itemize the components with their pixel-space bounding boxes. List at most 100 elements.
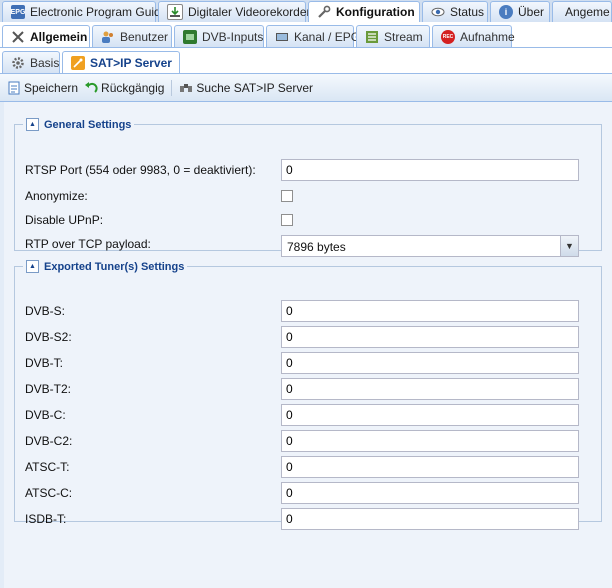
tab-label: Digitaler Videorekorder [188,5,311,19]
tuner-count-input[interactable] [281,300,579,322]
chevron-down-icon[interactable]: ▼ [560,236,578,256]
general-settings-legend[interactable]: ▲ General Settings [23,118,134,131]
tab-label: Allgemein [30,29,88,44]
rtsp-port-input[interactable] [281,159,579,181]
tab-label: DVB-Inputs [202,29,264,44]
tv-icon [275,30,289,44]
tab-label: Benutzer [120,29,169,44]
toolbar: Speichern Rückgängig Suche SAT>IP Server [0,74,612,102]
tuner-label: ATSC-C: [25,486,73,500]
rtp-payload-row: RTP over TCP payload: [25,233,285,255]
exported-tuners-legend[interactable]: ▲ Exported Tuner(s) Settings [23,260,187,273]
satellite-icon [71,55,85,70]
info-icon: i [499,5,513,19]
rtp-payload-label: RTP over TCP payload: [25,237,151,251]
disable-upnp-label: Disable UPnP: [25,213,104,227]
tuner-count-input[interactable] [281,326,579,348]
tab-login[interactable]: Angeme [552,1,612,22]
tuner-count-input[interactable] [281,352,579,374]
tuner-count-input[interactable] [281,456,579,478]
tuner-row: DVB-S2: [25,326,285,348]
tuner-row: ATSC-C: [25,482,285,504]
tab-label: Basis [30,55,60,70]
tuner-row: DVB-S: [25,300,285,322]
users-icon [101,30,115,44]
tuner-label: ATSC-T: [25,460,70,474]
tuner-count-input[interactable] [281,404,579,426]
tuner-count-input[interactable] [281,378,579,400]
tab-dvb-inputs[interactable]: DVB-Inputs [174,25,264,47]
tuner-label: DVB-T2: [25,382,72,396]
tuner-count-input[interactable] [281,508,579,530]
tab-konfiguration[interactable]: Konfiguration [308,1,420,22]
rtsp-port-row: RTSP Port (554 oder 9983, 0 = deaktivier… [25,159,285,181]
disable-upnp-checkbox[interactable] [281,214,293,226]
tab-label: SAT>IP Server [90,55,172,70]
tuner-row: DVB-C2: [25,430,285,452]
tuner-row: ATSC-T: [25,456,285,478]
network-search-icon [179,81,193,95]
tab-label: Stream [384,29,423,44]
epg-icon: EPG [11,5,25,19]
tuner-count-input[interactable] [281,482,579,504]
tuner-count-input[interactable] [281,430,579,452]
tuner-label: DVB-T: [25,356,64,370]
tab-benutzer[interactable]: Benutzer [92,25,172,47]
rtp-payload-value: 7896 bytes [287,240,346,254]
tuner-row: DVB-T: [25,352,285,374]
card-icon [183,29,197,44]
save-button[interactable]: Speichern [4,81,81,95]
search-satip-button[interactable]: Suche SAT>IP Server [176,81,316,95]
general-settings-fieldset: ▲ General Settings RTSP Port (554 oder 9… [14,118,602,257]
tuner-row: ISDB-T: [25,508,285,530]
tab-kanal-epg[interactable]: Kanal / EPG [266,25,360,47]
tab-allgemein[interactable]: Allgemein [2,25,90,47]
main-tab-bar: EPG Electronic Program Guide Digitaler V… [0,0,612,23]
disable-upnp-row: Disable UPnP: [25,209,285,231]
anonymize-checkbox[interactable] [281,190,293,202]
wrench-icon [317,5,331,19]
tab-label: Angeme [565,5,610,19]
legend-label: General Settings [44,118,132,131]
tab-label: Electronic Program Guide [30,5,168,19]
tab-satip-server[interactable]: SAT>IP Server [62,51,180,73]
collapse-icon[interactable]: ▲ [26,118,39,131]
collapse-icon[interactable]: ▲ [26,260,39,273]
tab-stream[interactable]: Stream [356,25,430,47]
config-tab-bar: Allgemein Benutzer DVB-Inputs Kanal / EP… [0,22,612,48]
toolbar-separator [171,79,173,96]
rec-icon: REC [441,29,455,44]
exported-tuners-fieldset: ▲ Exported Tuner(s) Settings DVB-S: DVB-S… [14,260,602,530]
tuner-label: DVB-S2: [25,330,72,344]
rtp-payload-select[interactable]: 7896 bytes ▼ [281,235,579,257]
tuner-row: DVB-T2: [25,378,285,400]
tab-aufnahme[interactable]: REC Aufnahme [432,25,515,47]
general-tab-bar: Basis SAT>IP Server [0,48,612,74]
tuner-row: DVB-C: [25,404,285,426]
tab-label: Kanal / EPG [294,29,361,44]
undo-label: Rückgängig [101,80,165,95]
search-label: Suche SAT>IP Server [196,80,314,95]
undo-button[interactable]: Rückgängig [81,81,167,95]
undo-icon [84,81,98,95]
rtsp-port-label: RTSP Port (554 oder 9983, 0 = deaktivier… [25,163,256,177]
tab-status[interactable]: Status [422,1,488,22]
tab-label: Status [450,5,485,19]
stream-icon [365,30,379,44]
anonymize-label: Anonymize: [25,189,88,203]
save-icon [7,81,21,95]
tab-ueber[interactable]: i Über [490,1,550,22]
tab-dvr[interactable]: Digitaler Videorekorder [158,1,311,22]
tab-label: Konfiguration [336,5,415,19]
tab-epg[interactable]: EPG Electronic Program Guide [2,1,167,22]
eye-icon [431,5,445,19]
download-icon [167,4,183,20]
anonymize-row: Anonymize: [25,185,285,207]
tab-label: Aufnahme [460,29,515,44]
tab-basis[interactable]: Basis [2,51,60,73]
form-panel: ▲ General Settings RTSP Port (554 oder 9… [4,102,612,588]
tools-icon [11,30,25,44]
tab-label: Über [518,5,545,19]
save-label: Speichern [24,80,79,95]
tuner-label: ISDB-T: [25,512,67,526]
